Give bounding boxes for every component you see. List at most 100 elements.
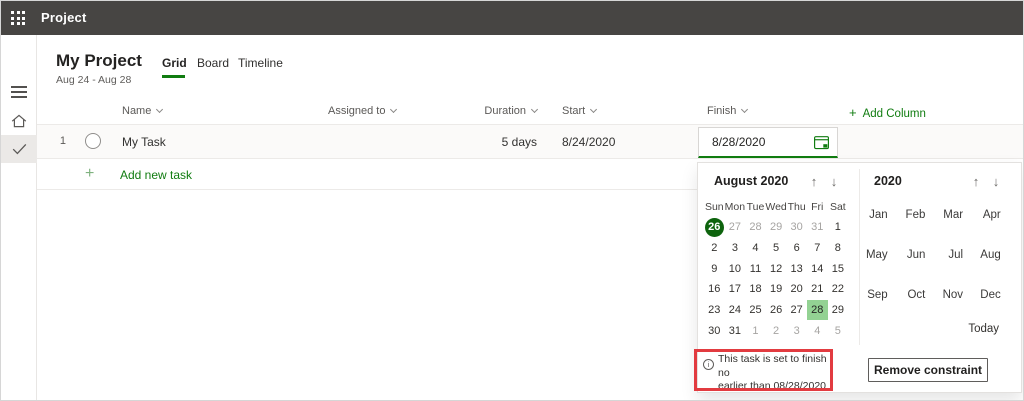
plus-icon: + [849, 105, 857, 120]
calendar-day[interactable]: 25 [745, 300, 766, 321]
column-header-finish[interactable]: Finish [707, 105, 749, 117]
day-header: Wed [765, 201, 787, 213]
calendar-day[interactable]: 6 [786, 238, 807, 259]
calendar-day[interactable]: 2 [766, 320, 787, 341]
calendar-day[interactable]: 31 [725, 320, 746, 341]
date-picker-flyout: August 2020 ↑ ↓ Sun Mon Tue Wed Thu Fri Sat 26… [697, 162, 1022, 393]
calendar-day[interactable]: 11 [745, 258, 766, 279]
calendar-days-grid: 26 27 28 29 30 31 1 2 3 4 5 6 7 8 9 10 11 12 13 14 15 16 17 18 1… [704, 217, 848, 341]
remove-constraint-button[interactable]: Remove constraint [868, 358, 988, 382]
calendar-day[interactable]: 12 [766, 258, 787, 279]
calendar-day[interactable]: 22 [828, 279, 849, 300]
date-range: Aug 24 - Aug 28 [56, 74, 132, 86]
next-year-arrow-icon[interactable]: ↓ [988, 174, 1004, 189]
calendar-day[interactable]: 26 [766, 300, 787, 321]
finish-date-editor[interactable]: 8/28/2020 [698, 127, 838, 158]
calendar-day[interactable]: 28 [745, 217, 766, 238]
hamburger-icon [11, 86, 27, 88]
month-cell[interactable]: Feb [906, 209, 926, 221]
calendar-day[interactable]: 3 [786, 320, 807, 341]
next-month-arrow-icon[interactable]: ↓ [826, 174, 842, 189]
task-duration-cell[interactable]: 5 days [437, 135, 537, 149]
day-header: Sun [704, 201, 724, 213]
calendar-day[interactable]: 1 [828, 217, 849, 238]
calendar-day[interactable]: 30 [786, 217, 807, 238]
calendar-day[interactable]: 29 [828, 300, 849, 321]
prev-month-arrow-icon[interactable]: ↑ [806, 174, 822, 189]
tab-timeline[interactable]: Timeline [238, 56, 283, 70]
calendar-day[interactable]: 30 [704, 320, 725, 341]
add-column-button[interactable]: + Add Column [849, 105, 926, 120]
calendar-day[interactable]: 10 [725, 258, 746, 279]
hamburger-menu-button[interactable] [1, 78, 37, 106]
calendar-day[interactable]: 14 [807, 258, 828, 279]
calendar-day[interactable]: 5 [828, 320, 849, 341]
calendar-day[interactable]: 31 [807, 217, 828, 238]
topbar: Project [1, 1, 1023, 35]
tab-grid[interactable]: Grid [162, 56, 187, 70]
calendar-day[interactable]: 2 [704, 238, 725, 259]
calendar-day[interactable]: 21 [807, 279, 828, 300]
prev-year-arrow-icon[interactable]: ↑ [968, 174, 984, 189]
calendar-day[interactable]: 20 [786, 279, 807, 300]
calendar-day[interactable]: 8 [828, 238, 849, 259]
task-complete-radio[interactable] [85, 133, 101, 149]
column-header-name[interactable]: Name [122, 105, 164, 117]
calendar-day[interactable]: 13 [786, 258, 807, 279]
finish-date-value[interactable]: 8/28/2020 [712, 128, 765, 156]
tab-board[interactable]: Board [197, 56, 229, 70]
month-cell[interactable]: Apr [983, 209, 1001, 221]
task-start-cell[interactable]: 8/24/2020 [562, 135, 615, 149]
calendar-day[interactable]: 7 [807, 238, 828, 259]
calendar-day[interactable]: 18 [745, 279, 766, 300]
day-header: Thu [787, 201, 806, 213]
task-name-cell[interactable]: My Task [122, 135, 166, 149]
calendar-day[interactable]: 23 [704, 300, 725, 321]
app-launcher-button[interactable] [1, 1, 35, 35]
calendar-day[interactable]: 4 [745, 238, 766, 259]
column-header-start[interactable]: Start [562, 105, 598, 117]
calendar-day[interactable]: 24 [725, 300, 746, 321]
month-cell[interactable]: Mar [943, 209, 963, 221]
calendar-month-title: August 2020 [714, 174, 789, 188]
calendar-day[interactable]: 27 [725, 217, 746, 238]
calendar-day[interactable]: 4 [807, 320, 828, 341]
calendar-day[interactable]: 5 [766, 238, 787, 259]
chevron-down-icon [741, 105, 749, 114]
column-header-assigned-to[interactable]: Assigned to [328, 105, 398, 117]
month-cell[interactable]: Jan [869, 209, 888, 221]
month-cell[interactable]: May [866, 249, 888, 261]
calendar-icon[interactable] [813, 134, 830, 151]
add-new-task-button[interactable]: + Add new task [85, 163, 205, 185]
month-cell[interactable]: Jul [948, 249, 963, 261]
calendar-day-selected[interactable]: 28 [806, 299, 828, 321]
calendar-day[interactable]: 19 [766, 279, 787, 300]
calendar-day[interactable]: 29 [766, 217, 787, 238]
month-cell[interactable]: Dec [980, 289, 1000, 301]
calendar-day[interactable]: 16 [704, 279, 725, 300]
page-title: My Project [56, 51, 142, 70]
month-cell[interactable]: Nov [943, 289, 963, 301]
calendar-day-headers: Sun Mon Tue Wed Thu Fri Sat [704, 199, 848, 215]
chevron-down-icon [390, 105, 398, 114]
calendar-day[interactable]: 17 [725, 279, 746, 300]
year-panel-title: 2020 [874, 174, 902, 188]
month-cell[interactable]: Aug [980, 249, 1000, 261]
calendar-day-today[interactable]: 26 [704, 217, 724, 237]
calendar-day[interactable]: 9 [704, 258, 725, 279]
month-cell[interactable]: Sep [867, 289, 887, 301]
month-cell[interactable]: Jun [907, 249, 926, 261]
checkmark-icon [12, 143, 27, 155]
calendar-day[interactable]: 15 [828, 258, 849, 279]
day-header: Fri [811, 201, 824, 213]
month-cell[interactable]: Oct [907, 289, 925, 301]
calendar-day[interactable]: 3 [725, 238, 746, 259]
app-title: Project [41, 10, 87, 25]
sidebar-item-tasks[interactable] [1, 135, 37, 163]
calendar-day[interactable]: 1 [745, 320, 766, 341]
sidebar-item-home[interactable] [1, 107, 37, 135]
today-link[interactable]: Today [968, 323, 999, 335]
calendar-day[interactable]: 27 [786, 300, 807, 321]
column-header-duration[interactable]: Duration [437, 105, 539, 117]
day-header: Mon [724, 201, 746, 213]
